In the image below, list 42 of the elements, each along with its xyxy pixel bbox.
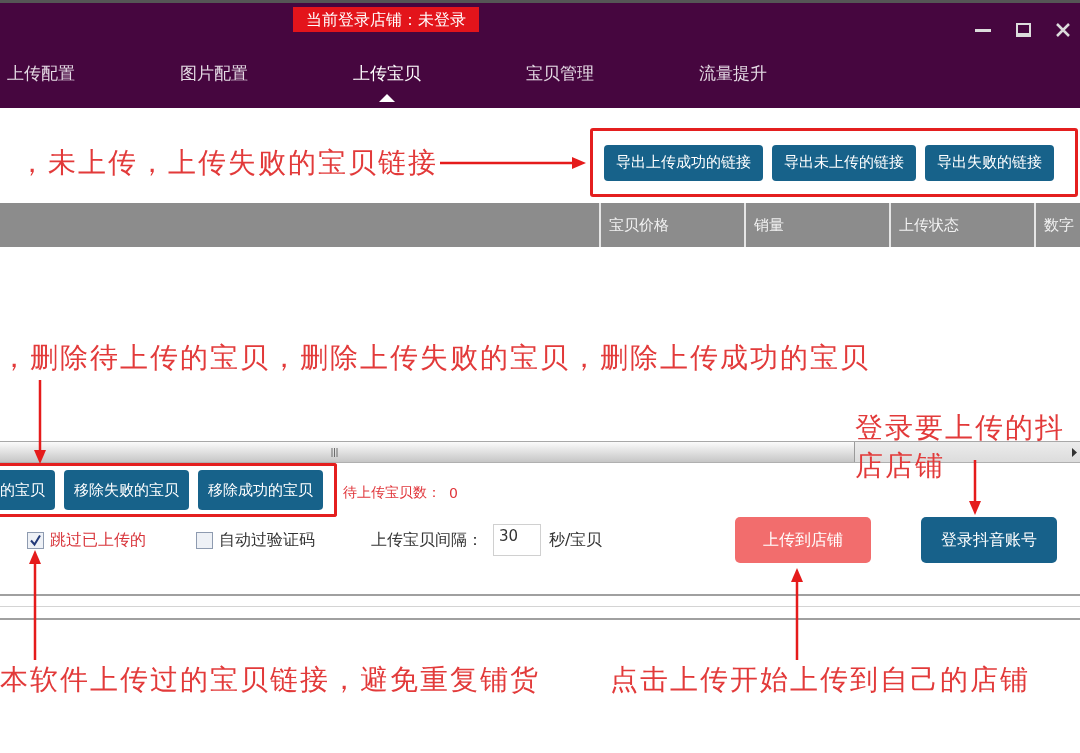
column-header: 数字 <box>1034 203 1080 247</box>
remove-button[interactable]: 的宝贝 <box>0 470 55 510</box>
annotation-text: ，未上传，上传失败的宝贝链接 <box>17 144 438 181</box>
nav-tab[interactable]: 上传配置 <box>0 53 82 108</box>
triangle-pointer-icon <box>379 94 395 102</box>
export-button[interactable]: 导出上传成功的链接 <box>604 144 763 181</box>
up-arrow-icon <box>790 568 804 660</box>
checkbox[interactable] <box>27 531 44 549</box>
up-arrow-icon <box>28 550 42 660</box>
remove-button[interactable]: 移除失败的宝贝 <box>64 470 189 510</box>
annotation-text: ，删除待上传的宝贝，删除上传失败的宝贝，删除上传成功的宝贝 <box>0 341 870 374</box>
column-header: 宝贝价格 <box>599 203 744 247</box>
nav-tab[interactable]: 图片配置 <box>173 53 255 108</box>
interval-unit: 秒/宝贝 <box>549 529 603 551</box>
annotation-text: 本软件上传过的宝贝链接，避免重复铺货 <box>0 662 540 698</box>
grip-icon <box>331 447 338 457</box>
checkbox-label: 跳过已上传的 <box>50 529 146 551</box>
login-status-label: 当前登录店铺：未登录 <box>293 7 479 32</box>
close-icon <box>1056 23 1070 37</box>
annotation-text: 登录要上传的抖店店铺 <box>855 410 1066 484</box>
interval-label: 上传宝贝间隔： <box>371 529 483 551</box>
right-arrow-icon <box>440 155 586 170</box>
down-arrow-icon <box>968 460 982 515</box>
export-button[interactable]: 导出未上传的链接 <box>772 144 916 181</box>
interval-input[interactable]: 30 <box>493 524 541 556</box>
pending-count-value: 0 <box>449 485 458 501</box>
checkbox-label: 自动过验证码 <box>219 529 315 551</box>
nav-tab[interactable]: 上传宝贝 <box>346 53 428 108</box>
checkbox[interactable] <box>196 531 213 549</box>
minimize-icon <box>975 28 991 32</box>
scroll-right-icon[interactable] <box>1072 447 1077 457</box>
export-button[interactable]: 导出失败的链接 <box>925 144 1054 181</box>
action-button[interactable]: 登录抖音账号 <box>921 517 1057 563</box>
maximize-icon <box>1015 23 1031 37</box>
nav-tab[interactable]: 宝贝管理 <box>519 53 601 108</box>
pending-count-label: 待上传宝贝数： <box>343 484 441 502</box>
annotation-text: 点击上传开始上传到自己的店铺 <box>610 662 1030 698</box>
remove-button[interactable]: 移除成功的宝贝 <box>198 470 323 510</box>
column-header: 上传状态 <box>889 203 1034 247</box>
scrollbar-thumb[interactable] <box>0 442 855 462</box>
column-header: 销量 <box>744 203 889 247</box>
nav-tab[interactable]: 流量提升 <box>692 53 774 108</box>
